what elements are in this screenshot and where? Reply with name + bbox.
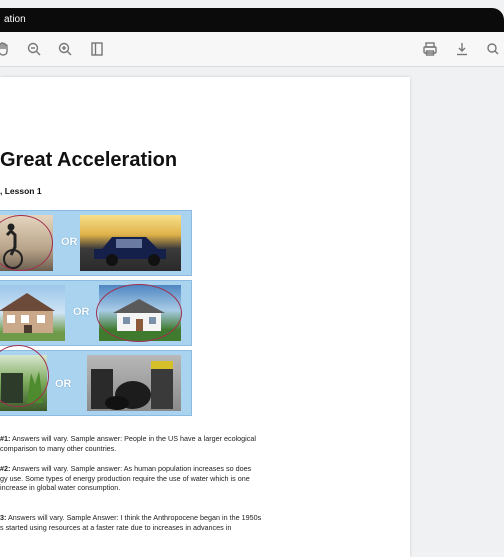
comparison-row-housing: OR [0,280,192,346]
print-icon[interactable] [421,40,439,58]
pdf-page: Great Acceleration , Lesson 1 OR OR OR #… [0,77,410,557]
hand-icon[interactable] [0,40,12,58]
large-house-image [0,285,65,341]
sidebar-toggle-icon[interactable] [88,40,106,58]
search-icon[interactable] [484,40,502,58]
page-heading: Great Acceleration [0,149,178,171]
car-image [80,215,181,271]
window-title: ation [4,14,26,25]
page-subheading: , Lesson 1 [0,186,42,196]
answer-1: #1: Answers will vary. Sample answer: Pe… [0,434,256,453]
or-label: OR [73,306,90,318]
answer-3: 3: Answers will vary. Sample Answer: I t… [0,513,262,532]
or-label: OR [61,236,78,248]
or-label: OR [55,378,72,390]
comparison-row-transport: OR [0,210,192,276]
document-viewer[interactable]: Great Acceleration , Lesson 1 OR OR OR #… [0,67,504,557]
window-titlebar: ation [0,8,504,32]
download-icon[interactable] [453,40,471,58]
comparison-row-waste: OR [0,345,192,416]
selection-circle [96,284,182,342]
trash-bags-image [87,355,181,411]
zoom-in-icon[interactable] [56,40,74,58]
pdf-toolbar [0,32,504,67]
zoom-out-icon[interactable] [25,40,43,58]
answer-2: #2: Answers will vary. Sample answer: As… [0,464,252,492]
